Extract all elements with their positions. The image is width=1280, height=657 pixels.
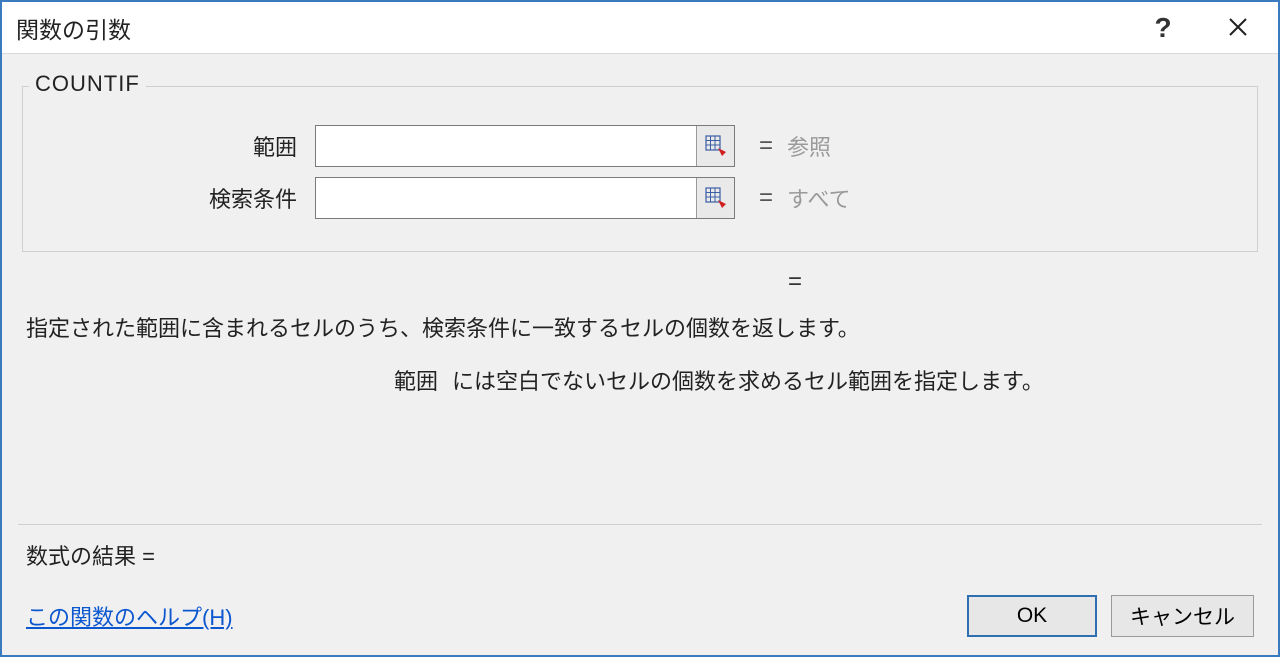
range-input-wrap (315, 125, 735, 167)
criteria-label: 検索条件 (45, 182, 315, 214)
titlebar: 関数の引数 ? (2, 2, 1278, 54)
separator (18, 524, 1262, 525)
field-row-criteria: 検索条件 (45, 177, 1235, 219)
arguments-group: COUNTIF 範囲 (22, 86, 1258, 252)
function-help-link[interactable]: この関数のヘルプ(H) (26, 600, 233, 632)
argument-name: 範囲 (394, 369, 438, 394)
function-name-legend: COUNTIF (29, 71, 146, 97)
description-area: = 指定された範囲に含まれるセルのうち、検索条件に一致するセルの個数を返します。… (22, 252, 1258, 398)
criteria-input[interactable] (316, 178, 696, 218)
range-input[interactable] (316, 126, 696, 166)
range-refedit-button[interactable] (696, 126, 734, 166)
argument-text: には空白でないセルの個数を求めるセル範囲を指定します。 (452, 369, 1044, 394)
refedit-icon (705, 187, 727, 209)
argument-description: 範囲には空白でないセルの個数を求めるセル範囲を指定します。 (394, 365, 1254, 398)
cancel-button[interactable]: キャンセル (1111, 595, 1254, 637)
result-preview: = (26, 268, 1254, 296)
close-button[interactable] (1198, 2, 1278, 54)
ok-button[interactable]: OK (967, 595, 1097, 637)
refedit-icon (705, 135, 727, 157)
dialog-content: COUNTIF 範囲 (2, 54, 1278, 655)
close-icon (1228, 12, 1248, 44)
help-button[interactable]: ? (1128, 2, 1198, 54)
formula-result: 数式の結果 = (22, 539, 1258, 571)
criteria-refedit-button[interactable] (696, 178, 734, 218)
formula-result-label: 数式の結果 = (26, 544, 155, 569)
function-description: 指定された範囲に含まれるセルのうち、検索条件に一致するセルの個数を返します。 (26, 312, 1254, 345)
footer-buttons: OK キャンセル (967, 595, 1254, 637)
help-icon: ? (1154, 12, 1171, 44)
function-arguments-dialog: 関数の引数 ? COUNTIF 範囲 (0, 0, 1280, 657)
range-label: 範囲 (45, 130, 315, 162)
criteria-hint: すべて (775, 182, 851, 214)
criteria-input-wrap (315, 177, 735, 219)
equals-symbol: = (735, 184, 775, 212)
range-hint: 参照 (775, 130, 831, 162)
footer: この関数のヘルプ(H) OK キャンセル (22, 595, 1258, 655)
dialog-title: 関数の引数 (16, 11, 1128, 45)
field-row-range: 範囲 (45, 125, 1235, 167)
equals-symbol: = (735, 132, 775, 160)
